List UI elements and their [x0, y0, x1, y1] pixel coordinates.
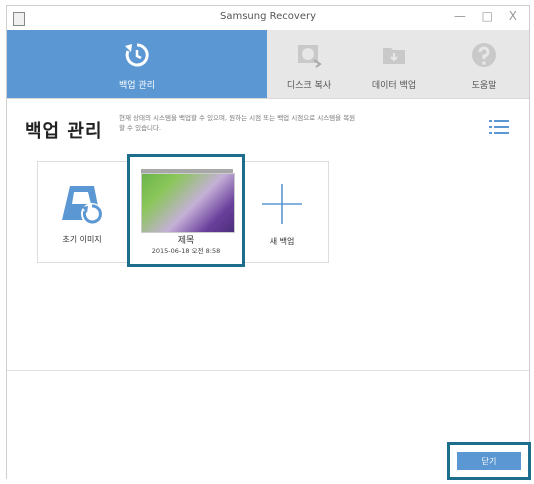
list-view-icon[interactable]	[489, 119, 509, 139]
close-button[interactable]: 닫기	[457, 452, 521, 470]
backup-thumbnail	[141, 173, 235, 233]
page-title: 백업 관리	[25, 121, 103, 142]
window-title: Samsung Recovery	[220, 11, 316, 22]
disk-copy-icon	[294, 40, 324, 74]
new-backup-card[interactable]: 새 백업	[238, 162, 326, 262]
tab-label: 도움말	[471, 81, 497, 91]
app-window: Samsung Recovery — □ X 백업 관리 디스크 복사 데이터 …	[6, 5, 531, 480]
tab-label: 데이터 백업	[371, 81, 417, 91]
card-label: 새 백업	[269, 237, 295, 246]
plus-icon	[260, 182, 304, 230]
initial-image-icon	[58, 180, 106, 232]
card-label: 초기 이미지	[62, 235, 102, 244]
window-controls[interactable]: — □ X	[454, 9, 523, 23]
close-button-highlight: 닫기	[447, 442, 531, 480]
divider	[7, 370, 529, 371]
tab-label: 백업 관리	[119, 81, 155, 91]
restore-icon	[122, 40, 152, 74]
data-backup-icon	[379, 40, 409, 74]
page-description: 현재 상태의 시스템을 백업할 수 있으며, 원하는 시점 또는 백업 시점으로…	[119, 114, 356, 132]
backup-date: 2015-06-18 오전 8:58	[151, 247, 221, 255]
tab-backup-management[interactable]: 백업 관리	[7, 30, 267, 98]
main-content: 백업 관리 현재 상태의 시스템을 백업할 수 있으며, 원하는 시점 또는 백…	[7, 99, 531, 480]
title-bar: Samsung Recovery — □ X	[7, 6, 529, 30]
tab-data-backup[interactable]: 데이터 백업	[349, 30, 439, 98]
selected-backup-card[interactable]: 제목 2015-06-18 오전 8:58	[127, 154, 245, 267]
tab-label: 디스크 복사	[286, 81, 332, 91]
help-icon	[469, 40, 499, 74]
tab-disk-copy[interactable]: 디스크 복사	[269, 30, 349, 98]
tab-help[interactable]: 도움말	[439, 30, 529, 98]
ribbon: 백업 관리 디스크 복사 데이터 백업 도움말	[7, 30, 529, 99]
initial-image-card[interactable]: 초기 이미지	[38, 162, 126, 262]
